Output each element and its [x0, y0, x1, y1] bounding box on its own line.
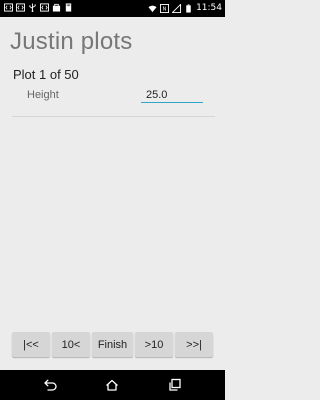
height-label: Height — [27, 89, 59, 101]
back-icon[interactable] — [43, 378, 57, 392]
back-10-button[interactable]: 10< — [52, 332, 90, 357]
nfc-icon: N — [160, 4, 170, 13]
sd-card-icon — [65, 3, 72, 12]
navigation-bar — [0, 370, 225, 400]
signal-icon — [172, 4, 182, 13]
home-icon[interactable] — [105, 378, 119, 392]
clock: 11:54 — [196, 3, 222, 13]
notification-icons — [4, 3, 73, 12]
system-icons: N 11:54 — [148, 3, 222, 14]
svg-text:N: N — [163, 7, 167, 13]
status-bar: N 11:54 — [0, 0, 225, 17]
battery-icon — [186, 4, 191, 13]
navigation-buttons: |<< 10< Finish >10 >>| — [12, 332, 213, 357]
recent-apps-icon[interactable] — [168, 378, 182, 392]
app-title: Justin plots — [10, 28, 133, 55]
plot-counter: Plot 1 of 50 — [13, 67, 79, 82]
last-plot-button[interactable]: >>| — [175, 332, 213, 357]
divider — [12, 116, 215, 117]
shopping-bag-icon — [52, 3, 61, 12]
finish-button[interactable]: Finish — [92, 332, 133, 357]
first-plot-button[interactable]: |<< — [12, 332, 50, 357]
usb-icon — [29, 3, 36, 12]
wifi-icon — [148, 5, 157, 13]
code-icon — [4, 3, 13, 12]
height-input[interactable] — [141, 87, 203, 103]
forward-10-button[interactable]: >10 — [135, 332, 173, 357]
code-icon — [40, 3, 49, 12]
code-icon — [16, 3, 25, 12]
